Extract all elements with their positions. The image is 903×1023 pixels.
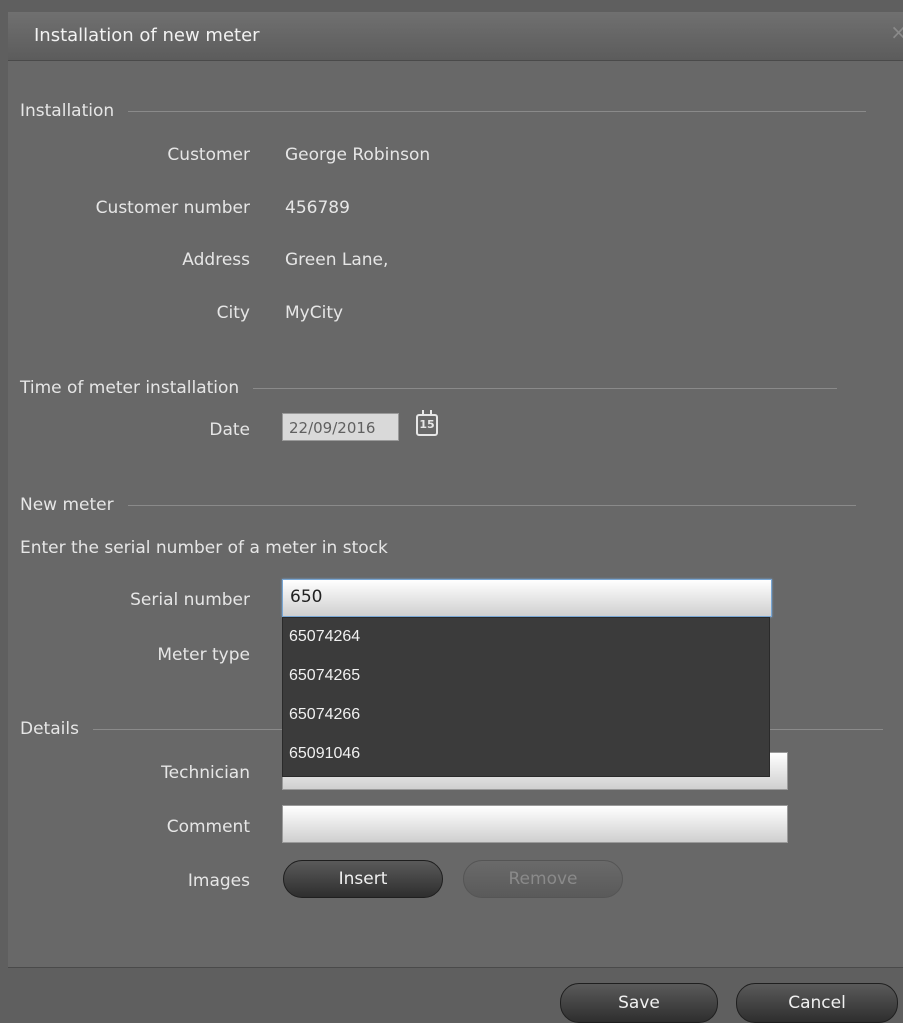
section-title: Details bbox=[20, 719, 79, 739]
serial-suggestions-dropdown: 65074264 65074265 65074266 65091046 bbox=[282, 617, 770, 777]
insert-button[interactable]: Insert bbox=[283, 860, 443, 898]
suggestion-item[interactable]: 65091046 bbox=[289, 745, 360, 763]
section-title: Installation bbox=[20, 101, 115, 121]
customer-number-value: 456789 bbox=[285, 198, 350, 218]
section-divider bbox=[127, 504, 856, 506]
section-new-meter: New meter bbox=[20, 495, 856, 515]
suggestion-item[interactable]: 65074264 bbox=[289, 628, 360, 646]
customer-value: George Robinson bbox=[285, 145, 431, 165]
images-label: Images bbox=[187, 871, 250, 891]
meter-type-label: Meter type bbox=[157, 645, 250, 665]
cancel-button[interactable]: Cancel bbox=[736, 983, 898, 1023]
calendar-icon[interactable]: 15 bbox=[416, 410, 438, 436]
date-field[interactable]: 22/09/2016 bbox=[282, 413, 399, 441]
serial-number-label: Serial number bbox=[130, 590, 250, 610]
comment-label: Comment bbox=[166, 817, 250, 837]
section-title: New meter bbox=[20, 495, 114, 515]
section-title: Time of meter installation bbox=[20, 378, 240, 398]
serial-instruction: Enter the serial number of a meter in st… bbox=[20, 538, 388, 558]
section-installation: Installation bbox=[20, 101, 867, 121]
remove-button: Remove bbox=[463, 860, 623, 898]
close-icon[interactable]: × bbox=[890, 20, 903, 44]
city-value: MyCity bbox=[285, 303, 344, 323]
suggestion-item[interactable]: 65074266 bbox=[289, 706, 360, 724]
technician-label: Technician bbox=[161, 763, 250, 783]
city-label: City bbox=[216, 303, 250, 323]
date-label: Date bbox=[209, 420, 250, 440]
address-label: Address bbox=[182, 250, 250, 270]
section-divider bbox=[128, 110, 867, 112]
customer-number-label: Customer number bbox=[95, 198, 250, 218]
save-button[interactable]: Save bbox=[560, 983, 718, 1023]
customer-label: Customer bbox=[167, 145, 250, 165]
suggestion-item[interactable]: 65074265 bbox=[289, 667, 360, 685]
address-value: Green Lane, bbox=[285, 250, 389, 270]
serial-number-input[interactable]: 650 bbox=[282, 579, 772, 617]
dialog-title: Installation of new meter bbox=[34, 25, 260, 46]
comment-input[interactable] bbox=[282, 805, 788, 843]
section-divider bbox=[253, 387, 838, 389]
section-time: Time of meter installation bbox=[20, 378, 838, 398]
dialog-titlebar: Installation of new meter × bbox=[8, 12, 903, 61]
